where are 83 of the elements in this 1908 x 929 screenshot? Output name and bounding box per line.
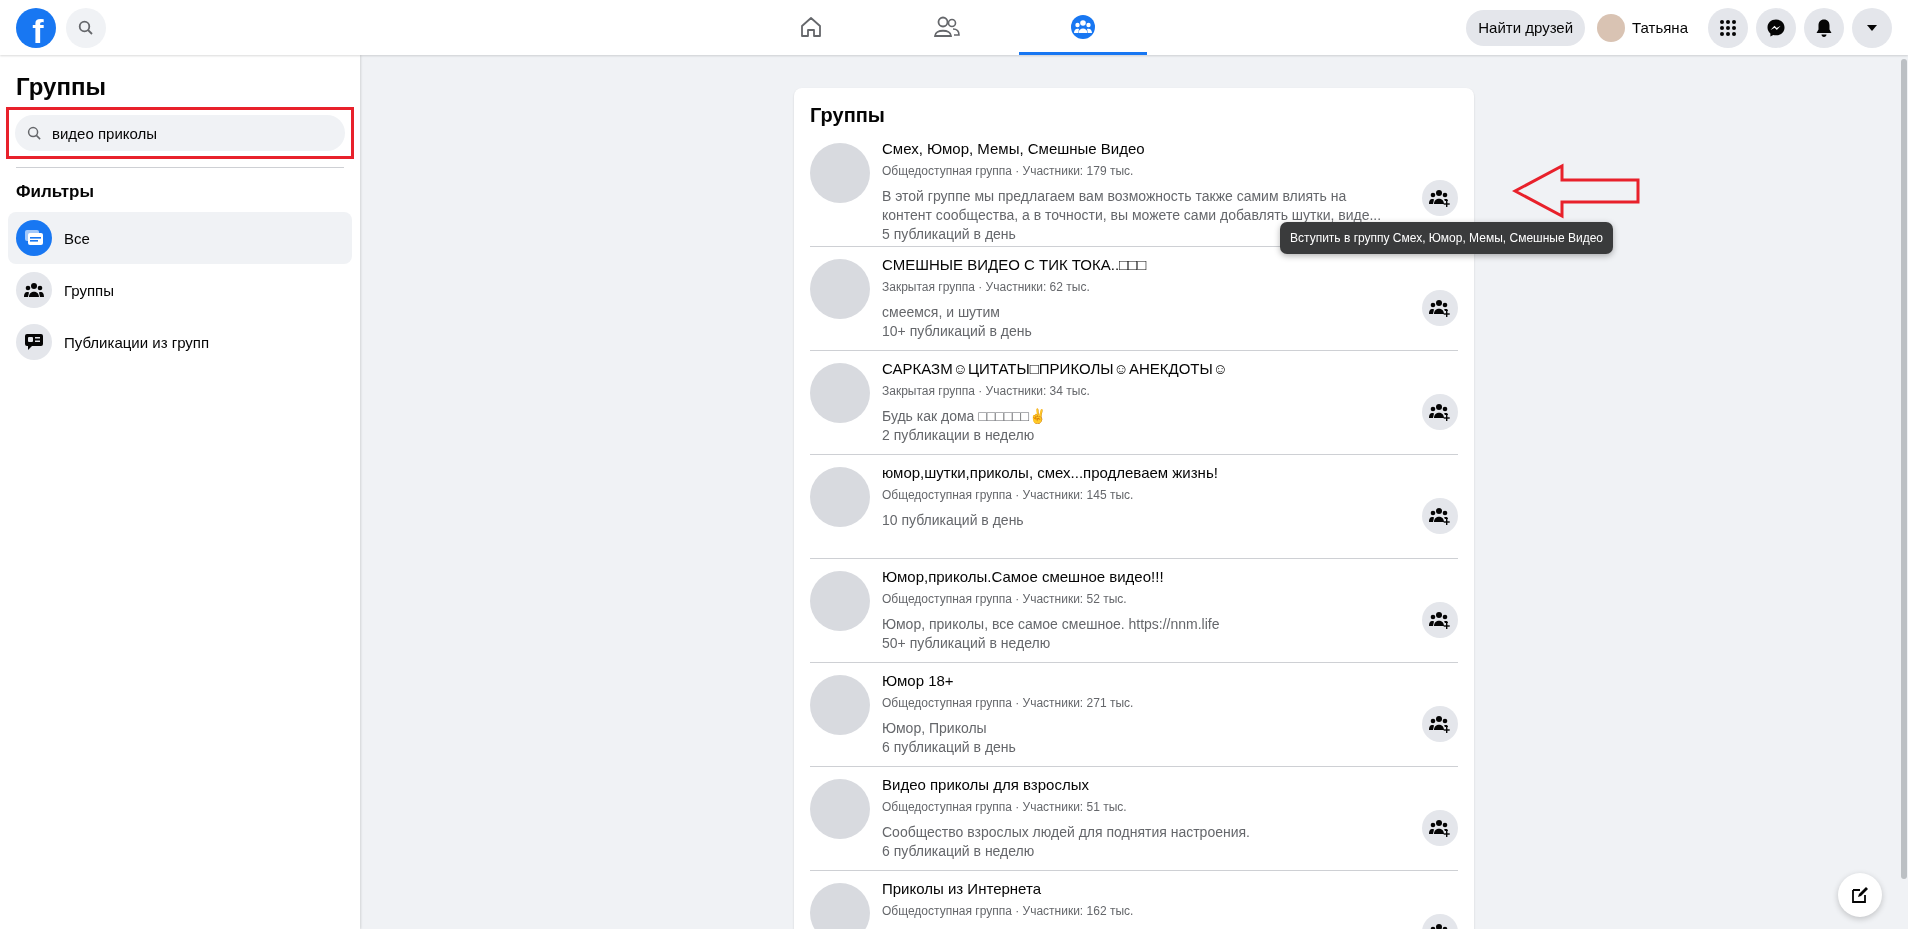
group-meta: Общедоступная группа · Участники: 145 тыс.	[882, 487, 1134, 504]
group-name-link[interactable]: СМЕШНЫЕ ВИДЕО С ТИК ТОКА..□□□	[882, 255, 1147, 275]
filter-item[interactable]: Публикации из групп	[8, 316, 352, 368]
photo-placeholder	[810, 883, 870, 929]
messenger-button[interactable]	[1756, 7, 1796, 48]
photo-placeholder	[810, 363, 870, 423]
group-name-link[interactable]: Юмор,приколы.Самое смешное видео!!!	[882, 567, 1164, 587]
group-name-link[interactable]: САРКАЗМ☺ЦИТАТЫ□ПРИКОЛЫ☺АНЕКДОТЫ☺	[882, 359, 1229, 379]
results-title: Группы	[810, 104, 886, 127]
add-group-icon	[1429, 298, 1451, 317]
grid-icon	[1719, 18, 1737, 37]
photo-placeholder	[810, 675, 870, 735]
group-description: Сообщество взрослых людей для поднятия настроения.	[882, 823, 1251, 842]
bell-icon	[1815, 17, 1833, 38]
group-name-link[interactable]: Юмор 18+	[882, 671, 954, 691]
group-meta: Закрытая группа · Участники: 62 тыс.	[882, 279, 1090, 296]
caret-icon	[1866, 23, 1878, 32]
tooltip: Вступить в группу Смех, Юмор, Мемы, Смешные Видео	[1280, 222, 1613, 254]
groups-icon	[1070, 14, 1096, 40]
group-activity: 10 публикаций в день	[882, 511, 1024, 530]
compose-button[interactable]	[1838, 873, 1882, 917]
group-activity: 50+ публикаций в неделю	[882, 634, 1051, 653]
cards-icon	[16, 220, 52, 256]
group-meta: Общедоступная группа · Участники: 51 тыс.	[882, 799, 1127, 816]
join-group-button[interactable]	[1422, 705, 1458, 742]
people-icon	[16, 272, 52, 308]
group-meta: Общедоступная группа · Участники: 179 тыс.	[882, 163, 1134, 180]
notifications-button[interactable]	[1804, 7, 1844, 48]
join-group-button[interactable]	[1422, 601, 1458, 638]
join-group-button[interactable]	[1422, 809, 1458, 846]
people-icon	[933, 14, 961, 40]
filter-item[interactable]: Группы	[8, 264, 352, 316]
photo-placeholder	[810, 467, 870, 527]
group-meta: Закрытая группа · Участники: 34 тыс.	[882, 383, 1090, 400]
sidebar-title: Группы	[16, 73, 107, 101]
menu-grid-button[interactable]	[1708, 7, 1748, 48]
add-group-icon	[1429, 818, 1451, 837]
avatar	[1597, 13, 1626, 42]
group-name-link[interactable]: Видео приколы для взрослых	[882, 775, 1089, 795]
group-description: Будь как дома □□□□□□✌	[882, 407, 1047, 426]
add-group-icon	[1429, 714, 1451, 733]
add-group-icon	[1429, 610, 1451, 629]
find-friends-button[interactable]: Найти друзей	[1466, 9, 1586, 46]
group-activity: 6 публикаций в день	[882, 738, 1016, 757]
group-description: смеемся, и шутим	[882, 303, 1001, 322]
group-description: Юмор, Приколы	[882, 719, 988, 738]
group-meta: Общедоступная группа · Участники: 162 тыс.	[882, 903, 1134, 920]
logo[interactable]: f	[16, 7, 56, 48]
group-activity: 10+ публикаций в день	[882, 322, 1032, 341]
join-group-button[interactable]	[1422, 179, 1458, 216]
group-description: В этой группе мы предлагаем вам возможность также самим влиять на контент сообщества, а в точности, вы можете сами добавлять шутки, виде...	[882, 187, 1383, 225]
group-name-link[interactable]: Приколы из Интернета	[882, 879, 1041, 899]
scrollbar[interactable]	[1901, 59, 1907, 879]
messenger-icon	[1766, 17, 1786, 38]
speech-bubble-icon	[16, 324, 52, 360]
search-field[interactable]: видео приколы	[15, 115, 345, 151]
group-name-link[interactable]: юмор,шутки,приколы, смех...продлеваем жизнь!	[882, 463, 1218, 483]
join-group-button[interactable]	[1422, 393, 1458, 430]
group-activity: 5 публикаций в день	[882, 225, 1016, 244]
profile-link[interactable]: Татьяна	[1593, 13, 1700, 42]
edit-icon	[1851, 886, 1869, 904]
search-icon	[27, 125, 42, 141]
group-description: Юмор, приколы, все самое смешное. https://nnm.life	[882, 615, 1221, 634]
photo-placeholder	[810, 259, 870, 319]
add-group-icon	[1429, 506, 1451, 525]
add-group-icon	[1429, 402, 1451, 421]
search-button[interactable]	[66, 7, 106, 48]
search-input[interactable]: видео приколы	[50, 123, 333, 143]
group-meta: Общедоступная группа · Участники: 52 тыс.	[882, 591, 1127, 608]
group-activity: 6 публикаций в неделю	[882, 842, 1035, 861]
filter-item[interactable]: Все	[8, 212, 352, 264]
group-name-link[interactable]: Смех, Юмор, Мемы, Смешные Видео	[882, 139, 1145, 159]
photo-placeholder	[810, 779, 870, 839]
photo-placeholder	[810, 571, 870, 631]
join-group-button[interactable]	[1422, 289, 1458, 326]
home-icon	[798, 14, 824, 40]
group-activity: 2 публикации в неделю	[882, 426, 1035, 445]
group-meta: Общедоступная группа · Участники: 271 тыс.	[882, 695, 1134, 712]
join-group-button[interactable]	[1422, 497, 1458, 534]
filters-heading: Фильтры	[16, 182, 95, 202]
photo-placeholder	[810, 143, 870, 203]
search-icon	[78, 19, 94, 36]
add-group-icon	[1429, 188, 1451, 207]
